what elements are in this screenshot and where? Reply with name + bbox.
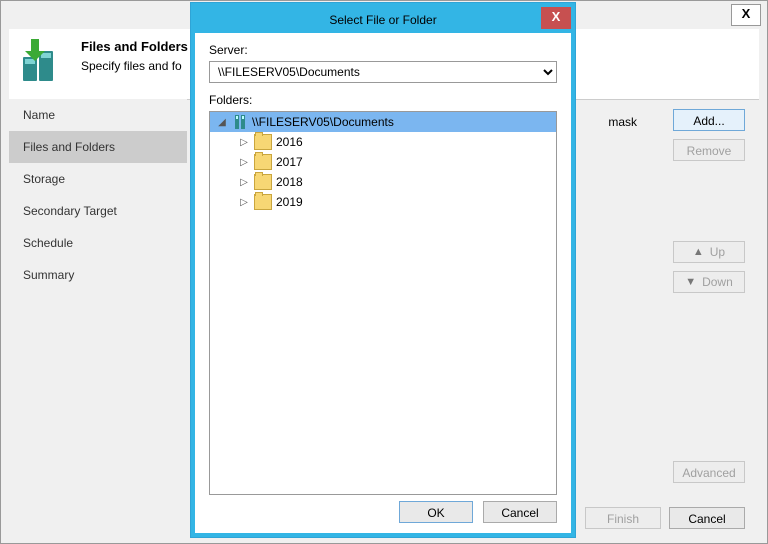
tree-item[interactable]: ▷ 2019 [210, 192, 556, 212]
server-label: Server: [209, 43, 557, 57]
tree-item-label: 2016 [276, 135, 303, 149]
folder-icon [254, 194, 272, 210]
tree-root[interactable]: ◢ \\FILESERV05\Documents [210, 112, 556, 132]
expand-icon[interactable]: ▷ [238, 197, 250, 208]
nav-item-storage[interactable]: Storage [9, 163, 187, 195]
folder-icon [254, 134, 272, 150]
folder-icon [254, 174, 272, 190]
expand-icon[interactable]: ▷ [238, 177, 250, 188]
expand-icon[interactable]: ▷ [238, 137, 250, 148]
tree-item[interactable]: ▷ 2016 [210, 132, 556, 152]
nav-item-files-and-folders[interactable]: Files and Folders [9, 131, 187, 163]
collapse-icon[interactable]: ◢ [216, 117, 228, 128]
tree-item[interactable]: ▷ 2017 [210, 152, 556, 172]
dialog-footer: OK Cancel [399, 501, 557, 523]
up-button: ▲ Up [673, 241, 745, 263]
select-file-dialog: Select File or Folder X Server: \\FILESE… [190, 2, 576, 538]
dialog-close-button[interactable]: X [541, 7, 571, 29]
page-subtitle: Specify files and fo [81, 59, 182, 73]
remove-button: Remove [673, 139, 745, 161]
tree-item-label: 2017 [276, 155, 303, 169]
advanced-button: Advanced [673, 461, 745, 483]
files-folders-icon [17, 37, 65, 85]
tree-root-label: \\FILESERV05\Documents [252, 115, 394, 129]
up-label: Up [710, 242, 725, 262]
dialog-cancel-button[interactable]: Cancel [483, 501, 557, 523]
nav-item-secondary-target[interactable]: Secondary Target [9, 195, 187, 227]
dialog-inner: Select File or Folder X Server: \\FILESE… [195, 7, 571, 533]
folder-tree[interactable]: ◢ \\FILESERV05\Documents ▷ 2016 ▷ 2017 ▷ 2018… [209, 111, 557, 495]
tree-item-label: 2018 [276, 175, 303, 189]
cancel-button[interactable]: Cancel [669, 507, 745, 529]
ok-button[interactable]: OK [399, 501, 473, 523]
nav-item-schedule[interactable]: Schedule [9, 227, 187, 259]
right-button-group: Add... Remove [673, 109, 745, 169]
add-button[interactable]: Add... [673, 109, 745, 131]
dialog-body: Server: \\FILESERV05\Documents Folders: … [195, 33, 571, 505]
tree-item-label: 2019 [276, 195, 303, 209]
dialog-title: Select File or Folder [329, 13, 436, 27]
wizard-footer: Finish Cancel [585, 507, 745, 529]
down-label: Down [702, 272, 733, 292]
wizard-nav: NameFiles and FoldersStorageSecondary Ta… [9, 99, 187, 493]
column-header-mask: mask [608, 115, 637, 129]
finish-button: Finish [585, 507, 661, 529]
expand-icon[interactable]: ▷ [238, 157, 250, 168]
folder-icon [254, 154, 272, 170]
page-title: Files and Folders [81, 39, 188, 54]
reorder-button-group: ▲ Up ▼ Down [673, 241, 745, 301]
arrow-up-icon: ▲ [693, 242, 704, 262]
down-button: ▼ Down [673, 271, 745, 293]
tree-item[interactable]: ▷ 2018 [210, 172, 556, 192]
folders-label: Folders: [209, 93, 557, 107]
nav-item-summary[interactable]: Summary [9, 259, 187, 291]
nav-item-name[interactable]: Name [9, 99, 187, 131]
server-icon [232, 114, 248, 130]
dialog-titlebar[interactable]: Select File or Folder X [195, 7, 571, 33]
arrow-down-icon: ▼ [685, 272, 696, 292]
server-select[interactable]: \\FILESERV05\Documents [209, 61, 557, 83]
window-close-button[interactable]: X [731, 4, 761, 26]
